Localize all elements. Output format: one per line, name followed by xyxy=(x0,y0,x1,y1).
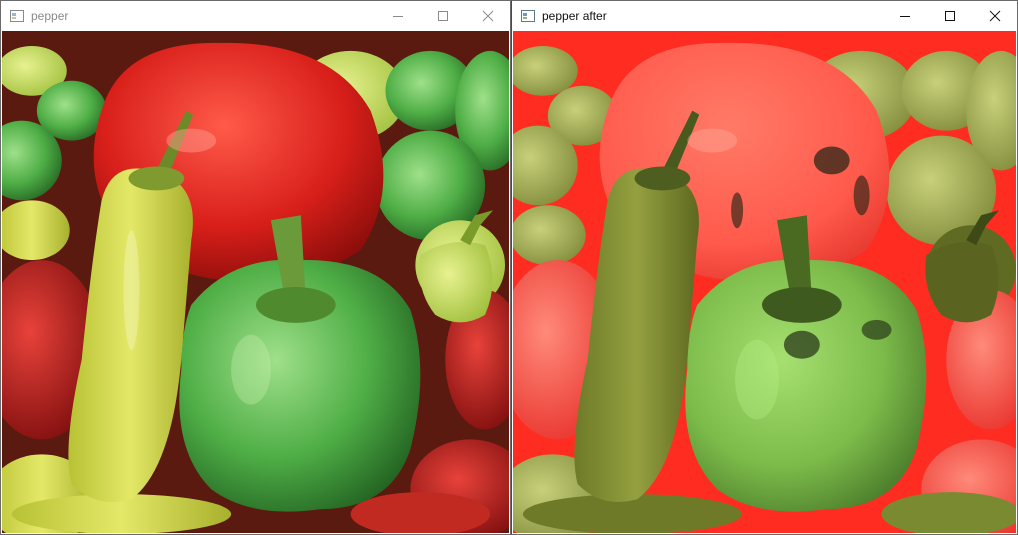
image-canvas[interactable] xyxy=(2,31,509,533)
window-controls xyxy=(882,1,1017,31)
window-pepper: pepper xyxy=(0,0,511,535)
close-icon xyxy=(482,10,493,22)
minimize-button[interactable] xyxy=(375,1,420,31)
minimize-icon xyxy=(899,16,910,17)
window-title: pepper after xyxy=(542,9,607,23)
minimize-button[interactable] xyxy=(882,1,927,31)
window-controls xyxy=(375,1,510,31)
close-icon xyxy=(989,10,1000,22)
maximize-icon xyxy=(944,11,955,21)
opencv-window-icon xyxy=(520,8,536,24)
close-button[interactable] xyxy=(465,1,510,31)
maximize-icon xyxy=(437,11,448,21)
opencv-window-icon xyxy=(9,8,25,24)
maximize-button[interactable] xyxy=(927,1,972,31)
close-button[interactable] xyxy=(972,1,1017,31)
window-pepper-after: pepper after xyxy=(511,0,1018,535)
minimize-icon xyxy=(392,16,403,17)
window-title: pepper xyxy=(31,9,69,23)
maximize-button[interactable] xyxy=(420,1,465,31)
pepper-after-image xyxy=(513,31,1016,533)
pepper-image xyxy=(2,31,509,533)
image-canvas[interactable] xyxy=(513,31,1016,533)
